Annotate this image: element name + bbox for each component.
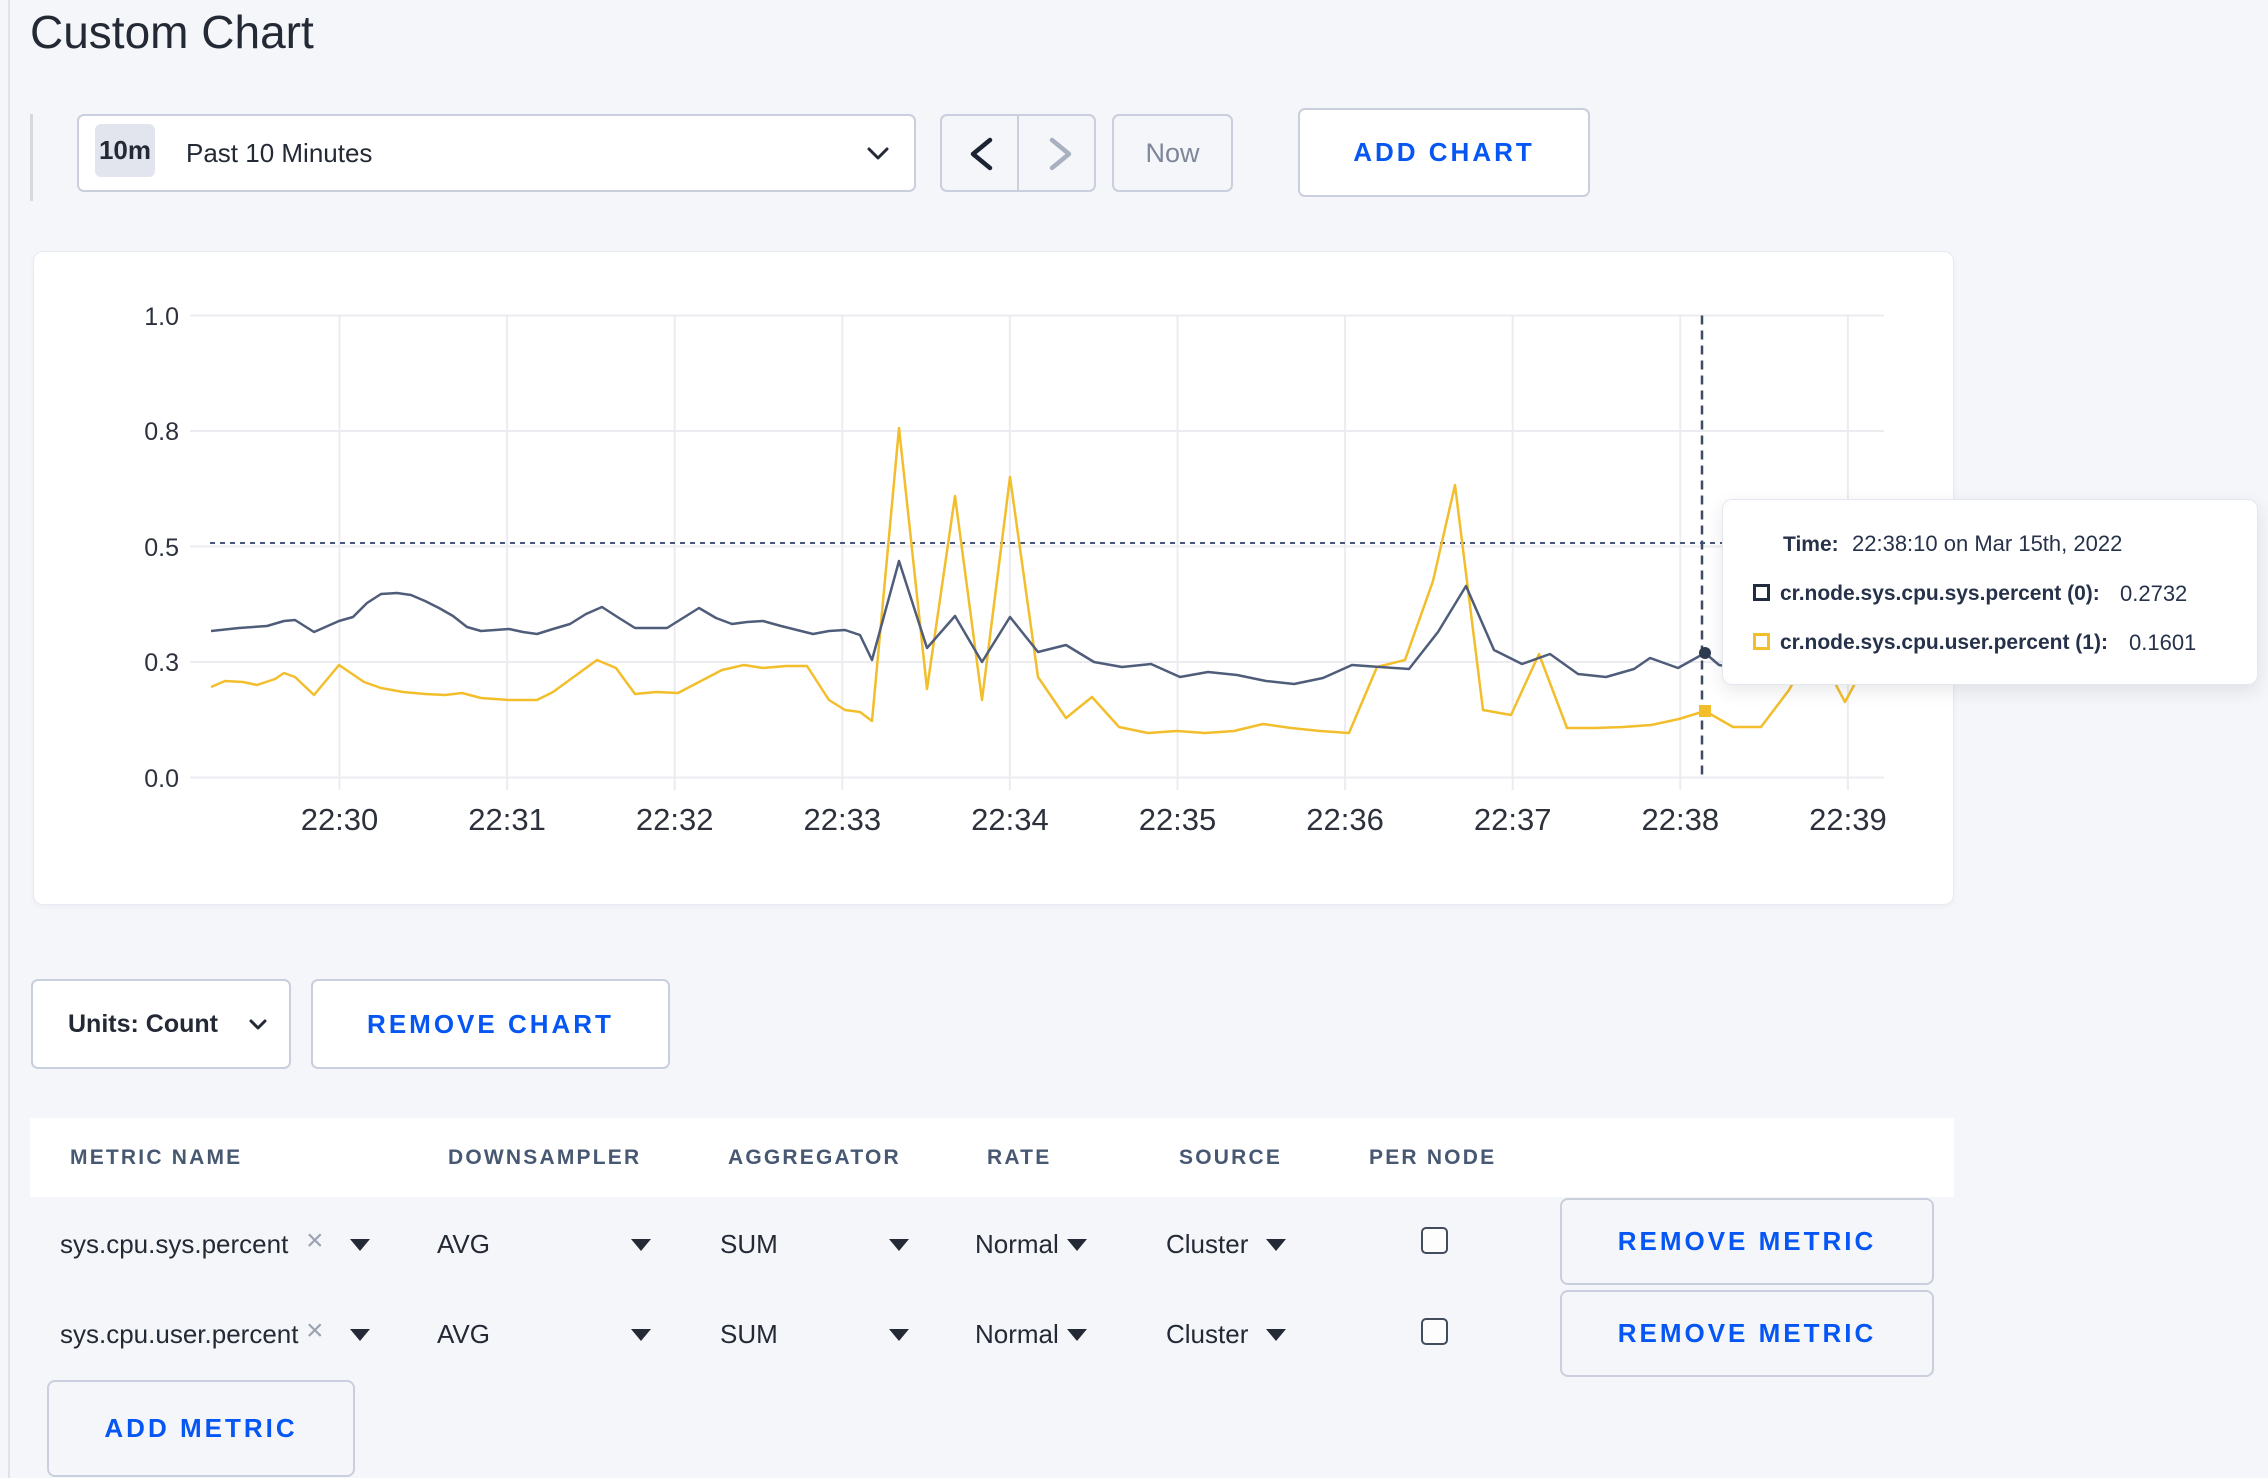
svg-text:22:33: 22:33 (804, 802, 882, 837)
svg-text:22:37: 22:37 (1474, 802, 1552, 837)
svg-text:0.5: 0.5 (144, 534, 179, 562)
svg-text:0.3: 0.3 (144, 649, 179, 677)
svg-text:22:36: 22:36 (1306, 802, 1384, 837)
svg-text:22:39: 22:39 (1809, 802, 1887, 837)
svg-text:1.0: 1.0 (144, 303, 179, 331)
svg-text:22:30: 22:30 (301, 802, 379, 837)
svg-text:0.8: 0.8 (144, 418, 179, 446)
svg-text:22:31: 22:31 (468, 802, 546, 837)
svg-text:22:35: 22:35 (1139, 802, 1217, 837)
svg-text:22:34: 22:34 (971, 802, 1049, 837)
svg-text:22:38: 22:38 (1642, 802, 1720, 837)
svg-text:22:32: 22:32 (636, 802, 714, 837)
svg-text:0.0: 0.0 (144, 765, 179, 793)
